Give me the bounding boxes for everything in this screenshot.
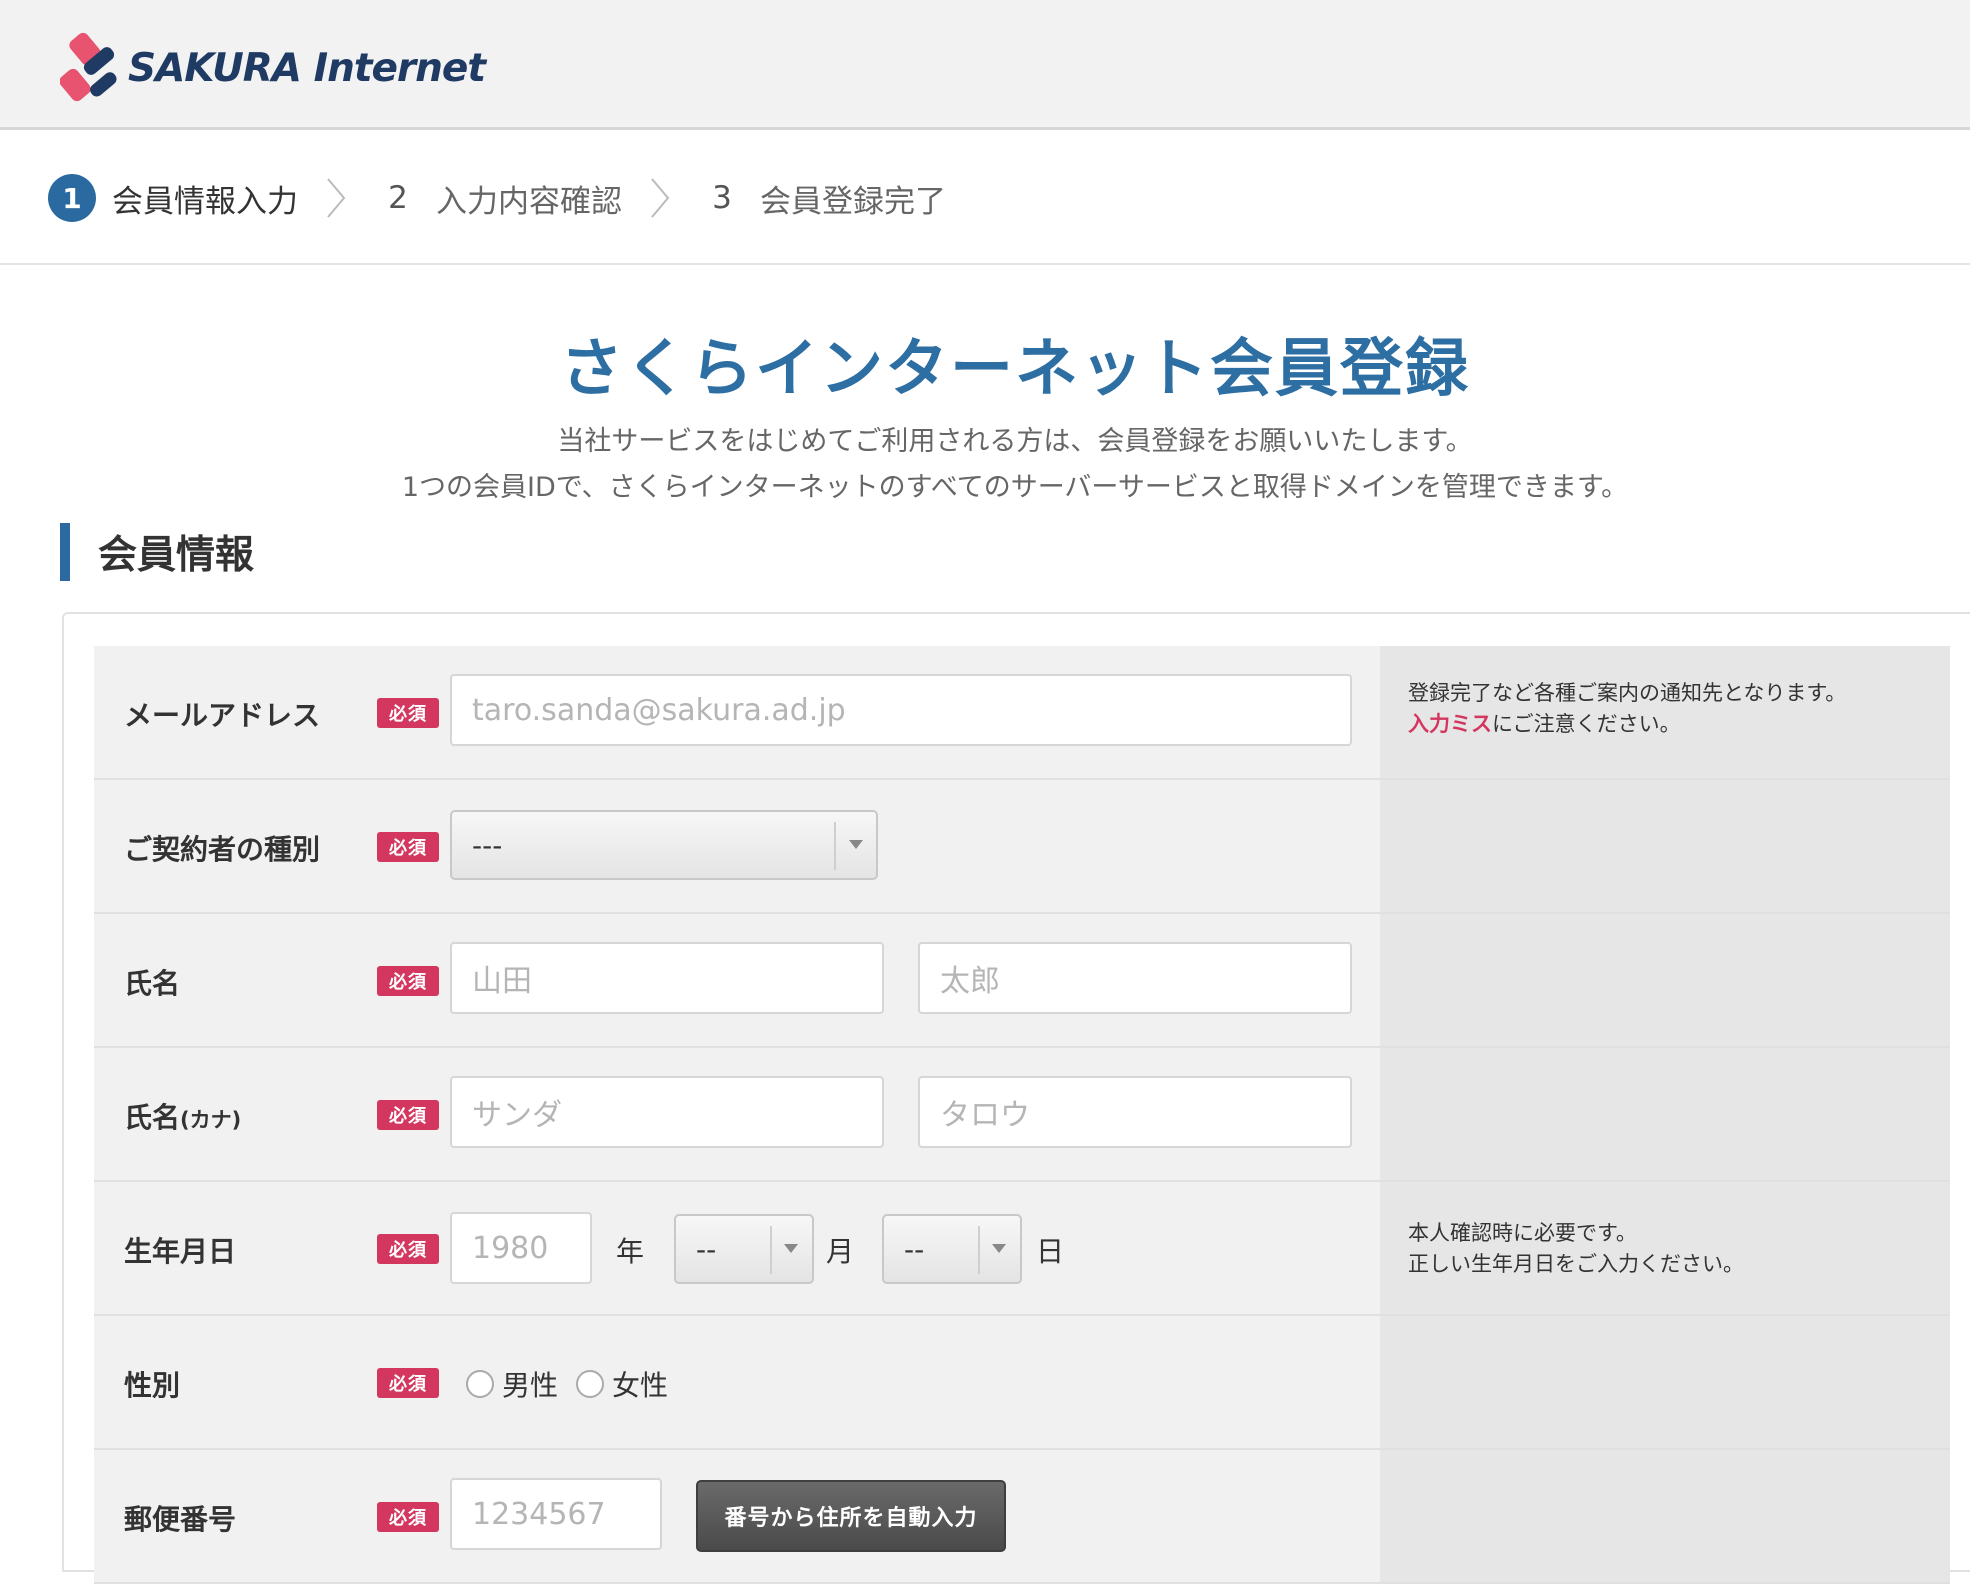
logo-text: SAKURA Internet [128,45,486,91]
page-title: さくらインターネット会員登録 [560,332,1470,405]
required-badge: 必須 [377,966,439,996]
name-label: 氏名 [124,967,181,1000]
name-kana-label-small: (カナ) [180,1108,242,1132]
contract-type-value: --- [472,828,503,862]
postal-autofill-button[interactable]: 番号から住所を自動入力 [696,1480,1006,1552]
email-note-line2: 入力ミスにご注意ください。 [1408,709,1846,740]
chevron-down-icon [992,1244,1006,1253]
section-header: 会員情報 [60,522,254,582]
gender-male-radio[interactable]: 男性 [466,1364,558,1404]
required-badge: 必須 [377,698,439,728]
select-divider [978,1226,980,1274]
email-note-line1: 登録完了など各種ご案内の通知先となります。 [1408,681,1847,705]
sakura-logo[interactable]: SAKURA Internet [60,28,486,108]
name-kana-row: 氏名(カナ) 必須 サンダ タロウ [94,1048,1950,1182]
select-divider [834,822,836,870]
email-label: メールアドレス [124,699,321,732]
month-unit: 月 [826,1235,855,1268]
required-badge: 必須 [377,1368,439,1398]
sakura-logo-icon [60,32,117,102]
postal-note-column [1380,1450,1950,1582]
required-badge: 必須 [377,832,439,862]
birth-month-select[interactable]: -- [674,1214,814,1284]
name-kana-label: 氏名(カナ) [124,1096,241,1136]
birth-year-input[interactable]: 1980 [450,1212,592,1284]
postal-row: 郵便番号 必須 1234567 番号から住所を自動入力 [94,1450,1950,1584]
year-unit: 年 [616,1235,645,1268]
email-note-line2-rest: にご注意ください。 [1492,712,1681,736]
gender-note-column [1380,1316,1950,1448]
step-1-number: 1 [48,174,96,222]
gender-male-label: 男性 [502,1369,559,1402]
birthdate-label: 生年月日 [124,1235,237,1268]
name-row: 氏名 必須 山田 太郎 [94,914,1950,1048]
contract-type-select[interactable]: --- [450,810,878,880]
step-2-number: 2 [388,180,408,216]
gender-female-label: 女性 [612,1369,669,1402]
birthdate-row: 生年月日 必須 1980 年 -- 月 -- 日 本人確認時に必要です。 正しい… [94,1182,1950,1316]
email-row: メールアドレス 必須 taro.sanda@sakura.ad.jp 登録完了な… [94,646,1950,780]
birth-day-select[interactable]: -- [882,1214,1022,1284]
first-name-input[interactable]: 太郎 [918,942,1352,1014]
contract-type-label: ご契約者の種別 [124,833,321,866]
chevron-down-icon [849,840,863,849]
site-header: SAKURA Internet [0,0,1970,130]
page-subtitle-1: 当社サービスをはじめてご利用される方は、会員登録をお願いいたします。 [557,426,1473,457]
required-badge: 必須 [377,1234,439,1264]
last-name-input[interactable]: 山田 [450,942,884,1014]
first-name-kana-input[interactable]: タロウ [918,1076,1352,1148]
birthdate-note-line2: 正しい生年月日をご入力ください。 [1408,1252,1744,1276]
gender-row: 性別 必須 男性 女性 [94,1316,1950,1450]
member-form: メールアドレス 必須 taro.sanda@sakura.ad.jp 登録完了な… [62,612,1970,1584]
email-note: 登録完了など各種ご案内の通知先となります。 入力ミスにご注意ください。 [1408,678,1846,740]
email-input[interactable]: taro.sanda@sakura.ad.jp [450,674,1352,746]
birth-day-value: -- [904,1232,925,1266]
registration-steps: 1 会員情報入力 2 入力内容確認 3 会員登録完了 [0,133,1970,265]
postal-label: 郵便番号 [124,1503,237,1536]
step-2: 2 入力内容確認 [374,176,622,221]
required-badge: 必須 [377,1502,439,1532]
step-3-label: 会員登録完了 [760,183,946,220]
contract-type-note-column [1380,780,1950,912]
step-3: 3 会員登録完了 [698,176,946,221]
name-kana-label-main: 氏名 [124,1101,181,1134]
gender-label: 性別 [124,1369,181,1402]
select-divider [770,1226,772,1274]
postal-code-input[interactable]: 1234567 [450,1478,662,1550]
section-title: 会員情報 [98,533,255,578]
day-unit: 日 [1036,1235,1065,1268]
last-name-kana-input[interactable]: サンダ [450,1076,884,1148]
step-2-label: 入力内容確認 [436,183,622,220]
birthdate-note-line1: 本人確認時に必要です。 [1408,1221,1637,1245]
step-1: 1 会員情報入力 [48,174,298,222]
radio-circle-icon [576,1370,604,1398]
chevron-down-icon [784,1244,798,1253]
name-kana-note-column [1380,1048,1950,1180]
step-1-label: 会員情報入力 [112,183,298,220]
step-3-number: 3 [712,180,732,216]
gender-female-radio[interactable]: 女性 [576,1364,668,1404]
section-accent-bar [60,523,70,581]
chevron-right-icon [630,176,690,220]
chevron-right-icon [306,176,366,220]
contract-type-row: ご契約者の種別 必須 --- [94,780,1950,914]
birthdate-note: 本人確認時に必要です。 正しい生年月日をご入力ください。 [1408,1218,1744,1280]
radio-circle-icon [466,1370,494,1398]
required-badge: 必須 [377,1100,439,1130]
birth-month-value: -- [696,1232,717,1266]
page-subtitle-2: 1つの会員IDで、さくらインターネットのすべてのサーバーサービスと取得ドメインを… [401,472,1629,503]
email-note-warning: 入力ミス [1408,712,1492,736]
name-note-column [1380,914,1950,1046]
